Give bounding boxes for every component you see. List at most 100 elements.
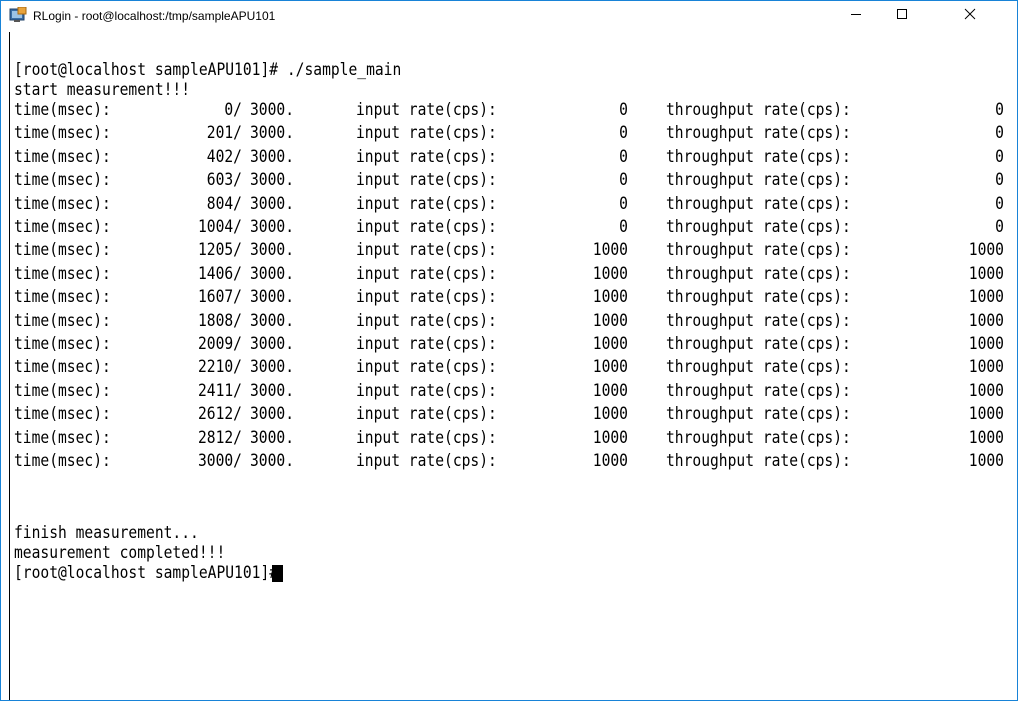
- row-time-label: time(msec):: [14, 240, 111, 260]
- row-total-value: 3000.: [250, 357, 295, 377]
- row-total-value: 3000.: [250, 170, 295, 190]
- row-input-label: input rate(cps):: [356, 194, 497, 214]
- row-throughput-value: 1000: [968, 404, 1004, 424]
- row-input-label: input rate(cps):: [356, 334, 497, 354]
- row-time-label: time(msec):: [14, 217, 111, 237]
- title-bar[interactable]: RLogin - root@localhost:/tmp/sampleAPU10…: [1, 1, 1017, 31]
- row-throughput-value: 0: [995, 100, 1004, 120]
- row-throughput-value: 1000: [968, 311, 1004, 331]
- row-input-value: 1000: [592, 357, 628, 377]
- row-input-label: input rate(cps):: [356, 287, 497, 307]
- row-input-label: input rate(cps):: [356, 240, 497, 260]
- row-input-value: 1000: [592, 311, 628, 331]
- row-time-value: 201/: [206, 123, 242, 143]
- row-total-value: 3000.: [250, 311, 295, 331]
- row-time-label: time(msec):: [14, 357, 111, 377]
- row-time-label: time(msec):: [14, 404, 111, 424]
- row-throughput-value: 0: [995, 170, 1004, 190]
- row-total-value: 3000.: [250, 287, 295, 307]
- row-throughput-value: 1000: [968, 287, 1004, 307]
- row-time-value: 2210/: [197, 357, 242, 377]
- row-total-value: 3000.: [250, 428, 295, 448]
- row-input-value: 0: [619, 123, 628, 143]
- row-time-label: time(msec):: [14, 451, 111, 471]
- row-throughput-label: throughput rate(cps):: [666, 287, 851, 307]
- row-time-value: 2411/: [197, 381, 242, 401]
- rlogin-app-icon[interactable]: [9, 6, 27, 23]
- row-throughput-value: 1000: [968, 451, 1004, 471]
- row-time-label: time(msec):: [14, 264, 111, 284]
- row-input-value: 1000: [592, 240, 628, 260]
- row-throughput-label: throughput rate(cps):: [666, 194, 851, 214]
- close-button[interactable]: [947, 1, 993, 31]
- row-time-value: 2612/: [197, 404, 242, 424]
- row-throughput-value: 1000: [968, 264, 1004, 284]
- minimize-button[interactable]: [833, 1, 879, 31]
- row-input-value: 1000: [592, 381, 628, 401]
- row-input-label: input rate(cps):: [356, 428, 497, 448]
- row-throughput-label: throughput rate(cps):: [666, 357, 851, 377]
- row-time-value: 1205/: [197, 240, 242, 260]
- row-input-label: input rate(cps):: [356, 381, 497, 401]
- row-time-value: 0/: [224, 100, 242, 120]
- row-total-value: 3000.: [250, 334, 295, 354]
- row-time-value: 402/: [206, 147, 242, 167]
- minimize-icon: [850, 7, 862, 25]
- window-title: RLogin - root@localhost:/tmp/sampleAPU10…: [33, 9, 276, 23]
- row-throughput-value: 0: [995, 147, 1004, 167]
- row-input-value: 0: [619, 147, 628, 167]
- row-input-value: 1000: [592, 334, 628, 354]
- close-icon: [964, 7, 976, 25]
- row-throughput-label: throughput rate(cps):: [666, 428, 851, 448]
- finish-message-line: finish measurement...: [14, 523, 199, 543]
- row-time-value: 2812/: [197, 428, 242, 448]
- row-throughput-label: throughput rate(cps):: [666, 381, 851, 401]
- row-time-label: time(msec):: [14, 170, 111, 190]
- row-input-value: 0: [619, 217, 628, 237]
- row-throughput-label: throughput rate(cps):: [666, 404, 851, 424]
- row-time-label: time(msec):: [14, 428, 111, 448]
- row-time-value: 603/: [206, 170, 242, 190]
- terminal-area[interactable]: [root@localhost sampleAPU101]# ./sample_…: [9, 32, 1010, 700]
- row-time-value: 1607/: [197, 287, 242, 307]
- maximize-icon: [896, 7, 908, 25]
- row-throughput-label: throughput rate(cps):: [666, 100, 851, 120]
- row-input-label: input rate(cps):: [356, 451, 497, 471]
- row-throughput-label: throughput rate(cps):: [666, 334, 851, 354]
- row-time-label: time(msec):: [14, 334, 111, 354]
- row-time-label: time(msec):: [14, 147, 111, 167]
- row-total-value: 3000.: [250, 217, 295, 237]
- row-throughput-value: 1000: [968, 334, 1004, 354]
- row-input-label: input rate(cps):: [356, 170, 497, 190]
- maximize-button[interactable]: [879, 1, 925, 31]
- row-input-label: input rate(cps):: [356, 357, 497, 377]
- row-throughput-value: 1000: [968, 381, 1004, 401]
- row-total-value: 3000.: [250, 381, 295, 401]
- row-throughput-value: 1000: [968, 428, 1004, 448]
- row-total-value: 3000.: [250, 240, 295, 260]
- row-time-value: 1004/: [197, 217, 242, 237]
- row-throughput-value: 0: [995, 194, 1004, 214]
- row-input-label: input rate(cps):: [356, 404, 497, 424]
- row-input-value: 0: [619, 170, 628, 190]
- row-input-value: 1000: [592, 428, 628, 448]
- row-throughput-label: throughput rate(cps):: [666, 451, 851, 471]
- row-throughput-label: throughput rate(cps):: [666, 311, 851, 331]
- row-throughput-value: 1000: [968, 357, 1004, 377]
- start-message-line: start measurement!!!: [14, 80, 191, 100]
- row-total-value: 3000.: [250, 147, 295, 167]
- command-prompt-line: [root@localhost sampleAPU101]# ./sample_…: [14, 60, 402, 80]
- row-throughput-value: 0: [995, 217, 1004, 237]
- final-prompt-line: [root@localhost sampleAPU101]#: [14, 563, 279, 583]
- row-time-label: time(msec):: [14, 123, 111, 143]
- row-throughput-label: throughput rate(cps):: [666, 240, 851, 260]
- row-throughput-value: 0: [995, 123, 1004, 143]
- row-throughput-label: throughput rate(cps):: [666, 217, 851, 237]
- row-total-value: 3000.: [250, 123, 295, 143]
- row-input-label: input rate(cps):: [356, 264, 497, 284]
- row-time-label: time(msec):: [14, 100, 111, 120]
- row-throughput-label: throughput rate(cps):: [666, 123, 851, 143]
- row-input-label: input rate(cps):: [356, 123, 497, 143]
- row-input-value: 1000: [592, 264, 628, 284]
- row-time-value: 3000/: [197, 451, 242, 471]
